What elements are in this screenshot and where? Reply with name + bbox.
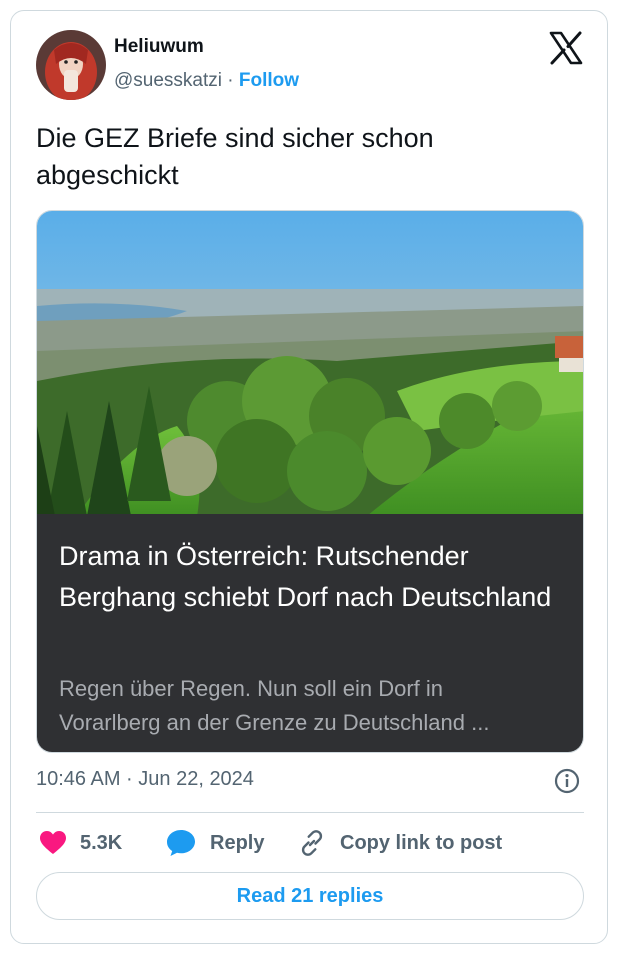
article-description: Regen über Regen. Nun soll ein Dorf in V… <box>59 672 569 740</box>
article-description-line: Vorarlberg an der Grenze zu Deutschland … <box>59 710 490 735</box>
heart-icon <box>40 831 66 854</box>
article-description-line: Regen über Regen. Nun soll ein Dorf in <box>59 676 444 701</box>
tweet-text: Die GEZ Briefe sind sicher schon abgesch… <box>36 123 434 190</box>
divider <box>36 812 584 813</box>
handle-row: @suesskatzi · Follow <box>114 70 299 92</box>
separator-dot: · <box>227 70 234 91</box>
link-icon <box>301 830 323 856</box>
copy-link-button[interactable]: Copy link to post <box>298 826 502 860</box>
like-count: 5.3K <box>80 831 123 854</box>
read-replies-button[interactable]: Read 21 replies <box>36 872 584 920</box>
reply-button[interactable]: Reply <box>166 826 264 860</box>
avatar[interactable] <box>36 30 106 100</box>
display-name[interactable]: Heliuwum <box>114 36 204 58</box>
speech-bubble-icon <box>167 830 195 856</box>
post-timestamp[interactable]: 10:46 AM · Jun 22, 2024 <box>36 768 254 791</box>
action-bar: 5.3K Reply Copy link to post <box>36 826 584 860</box>
x-logo-icon[interactable] <box>548 30 584 66</box>
like-button[interactable]: 5.3K <box>40 826 122 860</box>
article-title: Drama in Österreich: Rutschender Berghan… <box>59 541 552 612</box>
copy-link-label: Copy link to post <box>340 831 503 854</box>
info-icon[interactable] <box>553 767 581 795</box>
article-card[interactable]: Drama in Österreich: Rutschender Berghan… <box>36 210 584 753</box>
user-handle[interactable]: @suesskatzi <box>114 70 222 91</box>
landscape-photo <box>37 211 583 516</box>
article-preview-panel: Drama in Österreich: Rutschender Berghan… <box>37 514 583 752</box>
reply-label: Reply <box>210 831 265 854</box>
follow-button[interactable]: Follow <box>239 70 299 91</box>
